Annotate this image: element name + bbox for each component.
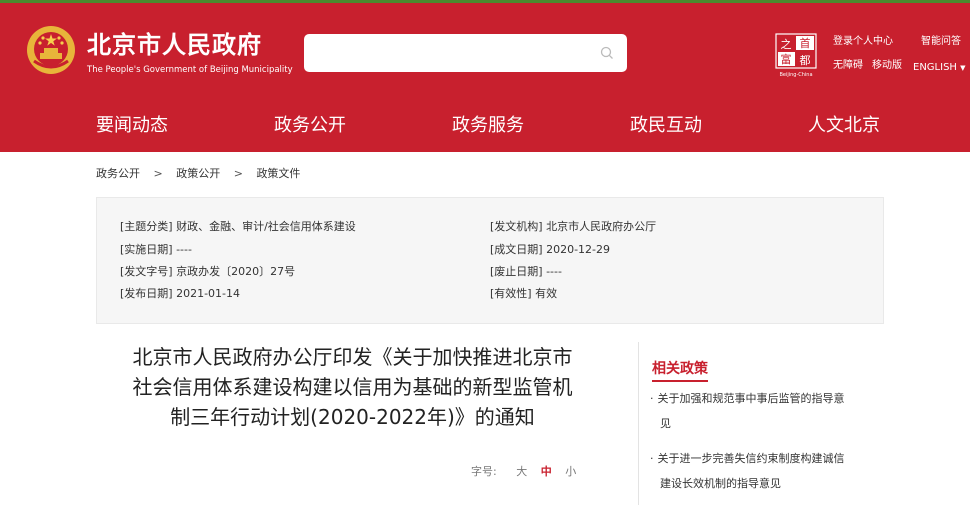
related-policy-text: 见	[660, 417, 671, 430]
nav-item-gov-affairs[interactable]: 政务公开	[274, 114, 346, 138]
related-policy-link[interactable]: · 关于加强和规范事中事后监管的指导意 见	[650, 386, 885, 436]
document-title-line: 制三年行动计划(2020-2022年)》的通知	[170, 405, 535, 429]
capital-logo-icon: 之 首 富 都 Beijing-China	[775, 33, 817, 78]
meta-issuing-agency: [发文机构] 北京市人民政府办公厅	[490, 220, 657, 233]
related-policy-link[interactable]: · 关于进一步完善失信约束制度构建诚信 建设长效机制的指导意见	[650, 446, 885, 496]
site-header: 北京市人民政府 The People's Government of Beiji…	[0, 3, 970, 100]
breadcrumb-item[interactable]: 政务公开	[96, 167, 140, 180]
bullet-icon: ·	[650, 392, 654, 405]
document-title-line: 北京市人民政府办公厅印发《关于加快推进北京市	[132, 345, 573, 369]
personal-center-link[interactable]: 登录个人中心	[833, 35, 893, 49]
font-size-medium-button[interactable]: 中	[541, 465, 552, 478]
smart-qa-link[interactable]: 智能问答	[921, 35, 961, 49]
logo-char-2: 首	[800, 36, 811, 50]
accessibility-link[interactable]: 无障碍	[833, 59, 863, 73]
nav-item-interaction[interactable]: 政民互动	[630, 114, 702, 138]
font-size-small-button[interactable]: 小	[565, 465, 576, 478]
logo-char-1: 之	[781, 37, 792, 51]
document-meta-box: [主题分类] 财政、金融、审计/社会信用体系建设 [实施日期] ---- [发文…	[96, 197, 884, 324]
bullet-icon: ·	[650, 452, 654, 465]
search-icon[interactable]	[599, 45, 615, 61]
column-divider	[638, 342, 639, 505]
meta-written-date: [成文日期] 2020-12-29	[490, 243, 611, 256]
related-title-underline	[652, 380, 708, 382]
meta-repeal-date: [废止日期] ----	[490, 265, 562, 278]
document-title: 北京市人民政府办公厅印发《关于加快推进北京市 社会信用体系建设构建以信用为基础的…	[100, 342, 605, 432]
font-size-control: 字号: 大 中 小	[471, 463, 576, 479]
search-box	[304, 34, 627, 72]
logo-caption: Beijing-China	[779, 72, 812, 78]
related-policy-text: 关于进一步完善失信约束制度构建诚信	[657, 452, 845, 465]
breadcrumb-separator: >	[233, 167, 243, 180]
logo-char-4: 都	[800, 54, 811, 67]
site-title[interactable]: 北京市人民政府	[87, 30, 262, 60]
related-policies-title: 相关政策	[652, 361, 708, 377]
meta-publish-date: [发布日期] 2021-01-14	[120, 287, 241, 300]
meta-validity: [有效性] 有效	[490, 287, 558, 300]
font-size-label: 字号:	[471, 465, 497, 478]
mobile-version-link[interactable]: 移动版	[872, 59, 902, 73]
related-policy-line: 建设长效机制的指导意见	[650, 471, 885, 496]
related-policy-text: 关于加强和规范事中事后监管的指导意	[657, 392, 845, 405]
document-title-line: 社会信用体系建设构建以信用为基础的新型监管机	[132, 375, 573, 399]
english-label: ENGLISH	[913, 62, 957, 73]
font-size-large-button[interactable]: 大	[516, 465, 527, 478]
nav-item-culture[interactable]: 人文北京	[808, 114, 880, 138]
english-link[interactable]: ENGLISH ▼	[913, 61, 966, 75]
chevron-down-icon: ▼	[960, 64, 966, 72]
meta-doc-number: [发文字号] 京政办发〔2020〕27号	[120, 265, 296, 278]
breadcrumb: 政务公开 > 政策公开 > 政策文件	[96, 167, 300, 181]
main-nav: 要闻动态 政务公开 政务服务 政民互动 人文北京	[0, 100, 970, 152]
meta-effective-date: [实施日期] ----	[120, 243, 192, 256]
breadcrumb-separator: >	[153, 167, 163, 180]
national-emblem-icon[interactable]	[26, 25, 76, 75]
related-policy-line: 见	[650, 411, 885, 436]
meta-topic: [主题分类] 财政、金融、审计/社会信用体系建设	[120, 220, 356, 233]
nav-item-news[interactable]: 要闻动态	[96, 114, 168, 138]
breadcrumb-item[interactable]: 政策文件	[256, 167, 300, 180]
logo-char-3: 富	[781, 52, 792, 66]
breadcrumb-item[interactable]: 政策公开	[176, 167, 220, 180]
related-policy-line: · 关于进一步完善失信约束制度构建诚信	[650, 446, 885, 471]
search-input[interactable]	[314, 42, 584, 64]
related-policy-line: · 关于加强和规范事中事后监管的指导意	[650, 386, 885, 411]
nav-item-gov-services[interactable]: 政务服务	[452, 114, 524, 138]
related-policy-text: 建设长效机制的指导意见	[660, 477, 781, 490]
site-subtitle: The People's Government of Beijing Munic…	[87, 65, 293, 75]
